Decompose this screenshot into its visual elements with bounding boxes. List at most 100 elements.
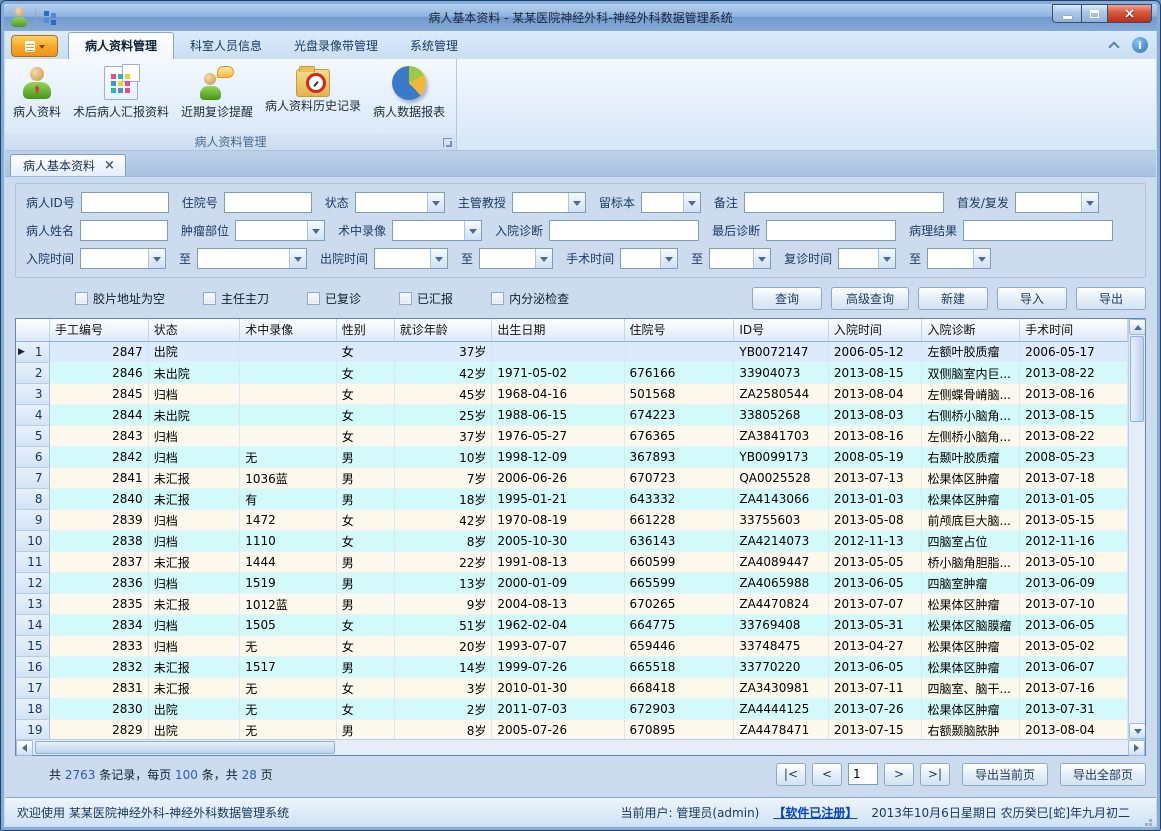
cell[interactable]: 14岁 xyxy=(394,657,492,678)
cell[interactable]: 出院 xyxy=(148,341,240,363)
cell[interactable] xyxy=(240,341,337,363)
cell[interactable]: 2013-07-15 xyxy=(828,720,922,740)
surgery-time-to-combo[interactable] xyxy=(709,248,771,269)
cell[interactable]: 归档 xyxy=(148,384,240,405)
cell[interactable]: 男 xyxy=(336,657,394,678)
cell[interactable]: 1998-12-09 xyxy=(492,447,624,468)
cell[interactable]: 3岁 xyxy=(394,678,492,699)
scroll-up-icon[interactable] xyxy=(1129,319,1145,335)
cell[interactable]: 2013-06-09 xyxy=(1020,573,1128,594)
table-row[interactable]: 112837未汇报1444男22岁1991-08-13660599ZA40894… xyxy=(16,552,1128,573)
tab-patient-data-mgmt[interactable]: 病人资料管理 xyxy=(68,32,174,59)
cell[interactable]: 1962-02-04 xyxy=(492,615,624,636)
cell[interactable]: 未出院 xyxy=(148,405,240,426)
cell[interactable]: 松果体区脑膜瘤 xyxy=(922,615,1020,636)
cell[interactable]: 18岁 xyxy=(394,489,492,510)
cell[interactable]: 女 xyxy=(336,615,394,636)
cell[interactable] xyxy=(240,405,337,426)
cell[interactable] xyxy=(240,384,337,405)
cell[interactable]: 归档 xyxy=(148,531,240,552)
cell[interactable]: 2013-07-10 xyxy=(1020,594,1128,615)
cell[interactable] xyxy=(240,363,337,384)
cell[interactable]: 2839 xyxy=(50,510,149,531)
cell[interactable]: 643332 xyxy=(624,489,734,510)
cell[interactable]: ZA4143066 xyxy=(734,489,829,510)
table-row[interactable]: 72841未汇报1036蓝男7岁2006-06-26670723QA002552… xyxy=(16,468,1128,489)
table-row[interactable]: 152833归档无女20岁1993-07-0765944633748475201… xyxy=(16,636,1128,657)
cell[interactable]: 女 xyxy=(336,341,394,363)
status-combo[interactable] xyxy=(355,192,445,213)
vertical-scrollbar[interactable] xyxy=(1128,319,1145,739)
cell[interactable]: 2846 xyxy=(50,363,149,384)
horizontal-scrollbar[interactable] xyxy=(16,739,1145,755)
row-number-cell[interactable]: 8 xyxy=(16,489,50,510)
cell[interactable]: 女 xyxy=(336,531,394,552)
cell[interactable]: 2013-06-05 xyxy=(828,573,922,594)
chevron-down-icon[interactable] xyxy=(535,249,552,268)
row-number-cell[interactable]: 11 xyxy=(16,552,50,573)
cell[interactable]: 无 xyxy=(240,699,337,720)
column-header-4[interactable]: 性别 xyxy=(336,319,394,341)
cell[interactable]: 未出院 xyxy=(148,363,240,384)
cell[interactable]: 女 xyxy=(336,426,394,447)
final-diagnosis-input[interactable] xyxy=(766,220,896,241)
cell[interactable]: 42岁 xyxy=(394,363,492,384)
patient-report-button[interactable]: 病人数据报表 xyxy=(367,63,451,123)
cell[interactable]: 1444 xyxy=(240,552,337,573)
cell[interactable]: 8岁 xyxy=(394,720,492,740)
cell[interactable]: 2013-07-31 xyxy=(1020,699,1128,720)
row-number-cell[interactable]: 13 xyxy=(16,594,50,615)
cell[interactable]: 女 xyxy=(336,636,394,657)
cell[interactable]: 2013-07-16 xyxy=(1020,678,1128,699)
cell[interactable]: 未汇报 xyxy=(148,594,240,615)
cell[interactable]: 2832 xyxy=(50,657,149,678)
checkbox-box-icon[interactable] xyxy=(399,292,412,305)
cell[interactable]: 676166 xyxy=(624,363,734,384)
cell[interactable]: 2013-04-27 xyxy=(828,636,922,657)
cell[interactable]: 归档 xyxy=(148,447,240,468)
tab-disc-tape-mgmt[interactable]: 光盘录像带管理 xyxy=(278,33,394,59)
cell[interactable]: 2013-07-07 xyxy=(828,594,922,615)
cell[interactable]: 松果体区肿瘤 xyxy=(922,489,1020,510)
cell[interactable] xyxy=(624,341,734,363)
cell[interactable]: 四脑室占位 xyxy=(922,531,1020,552)
table-row[interactable]: 142834归档1505女51岁1962-02-0466477533769408… xyxy=(16,615,1128,636)
cell[interactable]: 2013-05-31 xyxy=(828,615,922,636)
cell[interactable]: 女 xyxy=(336,699,394,720)
query-button[interactable]: 查询 xyxy=(752,287,822,310)
checkbox-box-icon[interactable] xyxy=(203,292,216,305)
cell[interactable]: 2008-05-19 xyxy=(828,447,922,468)
horizontal-scroll-thumb[interactable] xyxy=(35,741,335,754)
row-number-cell[interactable]: 15 xyxy=(16,636,50,657)
row-number-cell[interactable]: 14 xyxy=(16,615,50,636)
last-page-button[interactable]: >| xyxy=(920,763,950,786)
cell[interactable]: 25岁 xyxy=(394,405,492,426)
table-row[interactable]: 92839归档1472女42岁1970-08-19661228337556032… xyxy=(16,510,1128,531)
table-row[interactable]: 22846未出院女42岁1971-05-02676166339040732013… xyxy=(16,363,1128,384)
cell[interactable]: 2005-07-26 xyxy=(492,720,624,740)
cell[interactable]: 2岁 xyxy=(394,699,492,720)
cell[interactable]: 左额叶胶质瘤 xyxy=(922,341,1020,363)
cell[interactable]: 2830 xyxy=(50,699,149,720)
cell[interactable]: 左侧蝶骨嵴脑... xyxy=(922,384,1020,405)
import-button[interactable]: 导入 xyxy=(997,287,1067,310)
chevron-down-icon[interactable] xyxy=(148,249,165,268)
cell[interactable]: 1036蓝 xyxy=(240,468,337,489)
cell[interactable]: 右颞叶胶质瘤 xyxy=(922,447,1020,468)
tumor-site-combo[interactable] xyxy=(235,220,325,241)
cell[interactable]: 2835 xyxy=(50,594,149,615)
cell[interactable]: 1968-04-16 xyxy=(492,384,624,405)
cell[interactable]: 33770220 xyxy=(734,657,829,678)
first-page-button[interactable]: |< xyxy=(776,763,806,786)
cell[interactable]: 2006-05-12 xyxy=(828,341,922,363)
cell[interactable]: 10岁 xyxy=(394,447,492,468)
row-number-cell[interactable]: 18 xyxy=(16,699,50,720)
cell[interactable]: 2013-05-08 xyxy=(828,510,922,531)
collapse-ribbon-icon[interactable] xyxy=(1108,41,1119,52)
patient-record-button[interactable]: 病人资料 xyxy=(7,63,67,123)
cell[interactable]: 2013-07-18 xyxy=(1020,468,1128,489)
cell[interactable]: 2013-08-04 xyxy=(828,384,922,405)
table-row[interactable]: 62842归档无男10岁1998-12-09367893YB0099173200… xyxy=(16,447,1128,468)
column-header-9[interactable]: 入院时间 xyxy=(828,319,922,341)
chevron-down-icon[interactable] xyxy=(427,193,444,212)
